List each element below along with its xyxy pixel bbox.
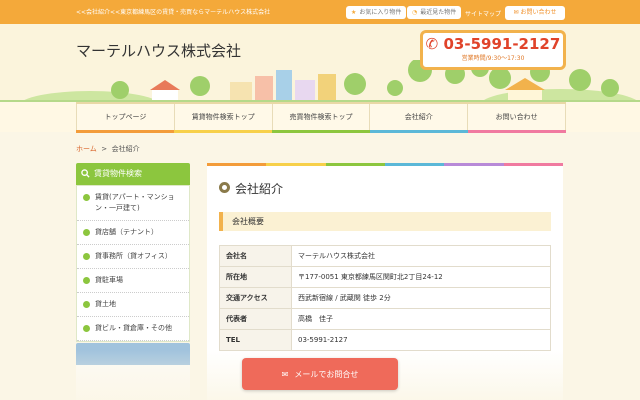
phone-number-text: 03-5991-2127 <box>443 35 561 53</box>
bullet-icon <box>83 194 90 201</box>
mail-contact-button[interactable]: ✉ メールでお問合せ <box>242 358 398 390</box>
main-color-stripe <box>207 163 563 166</box>
sitemap-link[interactable]: サイトマップ <box>465 9 501 18</box>
bullet-icon <box>83 229 90 236</box>
sidebar-item-label: 貸土地 <box>95 300 116 308</box>
favorites-button[interactable]: ★ お気に入り物件 <box>346 6 407 19</box>
table-row: 会社名 マーテルハウス株式会社 <box>219 245 551 267</box>
phone-number: ✆ 03-5991-2127 <box>423 35 563 53</box>
recent-label: 最近見た物件 <box>420 9 457 16</box>
section-heading: 会社概要 <box>219 212 551 231</box>
row-value: 03-5991-2127 <box>291 329 551 351</box>
nav-color-stripe <box>76 130 566 133</box>
company-name[interactable]: マーテルハウス株式会社 <box>76 40 241 61</box>
bullet-icon <box>83 277 90 284</box>
phone-box[interactable]: ✆ 03-5991-2127 営業時間/9:30〜17:30 <box>420 30 566 70</box>
sidebar-item-label: 貸店舗（テナント） <box>95 228 158 236</box>
recent-button[interactable]: ◔ 最近見た物件 <box>407 6 462 19</box>
nav-rental-search[interactable]: 賃貸物件検索トップ <box>174 104 273 132</box>
mail-icon: ✉ <box>513 9 519 16</box>
title-ring-icon <box>219 182 230 193</box>
search-icon <box>81 169 90 178</box>
row-label: 所在地 <box>219 266 292 288</box>
sidebar-item-rental-land[interactable]: 貸土地 <box>77 293 189 317</box>
sidebar-item-rental-parking[interactable]: 貸駐車場 <box>77 269 189 293</box>
site-tagline: <<会社紹介<<東京都練馬区の賃貸・売買ならマーテルハウス株式会社 <box>76 9 271 16</box>
table-row: TEL 03-5991-2127 <box>219 329 551 351</box>
page-title: 会社紹介 <box>235 182 284 196</box>
breadcrumb: ホーム > 会社紹介 <box>76 144 140 154</box>
table-row: 所在地 〒177-0051 東京都練馬区関町北2丁目24-12 <box>219 266 551 288</box>
row-label: 会社名 <box>219 245 292 267</box>
sidebar-item-rental-other[interactable]: 貸ビル・貸倉庫・その他 <box>77 317 189 341</box>
nav-sale-search[interactable]: 売買物件検索トップ <box>272 104 371 132</box>
sidebar-item-label: 賃貸(アパート・マンション・一戸建て) <box>95 193 175 212</box>
row-label: 交通アクセス <box>219 287 292 309</box>
breadcrumb-current: 会社紹介 <box>111 145 140 153</box>
sidebar-item-label: 貸ビル・貸倉庫・その他 <box>95 324 172 332</box>
top-bar: <<会社紹介<<東京都練馬区の賃貸・売買ならマーテルハウス株式会社 ★ お気に入… <box>0 0 640 24</box>
table-row: 代表者 高橋 佳子 <box>219 308 551 330</box>
contact-top-label: お問い合わせ <box>520 9 557 16</box>
row-value: 西武新宿線 / 武蔵関 徒歩 2分 <box>291 287 551 309</box>
sidebar-item-rental-office[interactable]: 貸事務所（貸オフィス） <box>77 245 189 269</box>
phone-icon: ✆ <box>425 35 439 53</box>
sidebar-heading-label: 賃貸物件検索 <box>94 169 142 178</box>
sidebar-heading: 賃貸物件検索 <box>76 163 190 185</box>
breadcrumb-separator: > <box>101 145 108 153</box>
sidebar-list: 賃貸(アパート・マンション・一戸建て) 貸店舗（テナント） 貸事務所（貸オフィス… <box>76 185 190 342</box>
bullet-icon <box>83 325 90 332</box>
business-hours: 営業時間/9:30〜17:30 <box>461 55 525 62</box>
nav-top-page[interactable]: トップページ <box>76 104 175 132</box>
global-nav: トップページ 賃貸物件検索トップ 売買物件検索トップ 会社紹介 お問い合わせ <box>0 102 640 132</box>
star-icon: ★ <box>351 9 357 16</box>
row-value: 〒177-0051 東京都練馬区関町北2丁目24-12 <box>291 266 551 288</box>
mail-contact-label: メールでお問合せ <box>294 369 359 379</box>
contact-top-button[interactable]: ✉ お問い合わせ <box>505 6 565 20</box>
sidebar-item-rental-store[interactable]: 貸店舗（テナント） <box>77 221 189 245</box>
table-row: 交通アクセス 西武新宿線 / 武蔵関 徒歩 2分 <box>219 287 551 309</box>
nav-contact[interactable]: お問い合わせ <box>468 104 566 132</box>
sidebar-item-label: 貸駐車場 <box>95 276 123 284</box>
sidebar-item-rental-residential[interactable]: 賃貸(アパート・マンション・一戸建て) <box>77 186 189 221</box>
mail-icon: ✉ <box>281 369 289 379</box>
favorites-label: お気に入り物件 <box>359 9 402 16</box>
breadcrumb-home[interactable]: ホーム <box>76 145 97 153</box>
row-label: TEL <box>219 329 292 351</box>
sidebar-item-label: 貸事務所（貸オフィス） <box>95 252 172 260</box>
bullet-icon <box>83 253 90 260</box>
company-info-table: 会社名 マーテルハウス株式会社 所在地 〒177-0051 東京都練馬区関町北2… <box>219 245 551 351</box>
bullet-icon <box>83 301 90 308</box>
row-label: 代表者 <box>219 308 292 330</box>
nav-company[interactable]: 会社紹介 <box>370 104 469 132</box>
row-value: 高橋 佳子 <box>291 308 551 330</box>
clock-icon: ◔ <box>412 9 418 16</box>
row-value: マーテルハウス株式会社 <box>291 245 551 267</box>
